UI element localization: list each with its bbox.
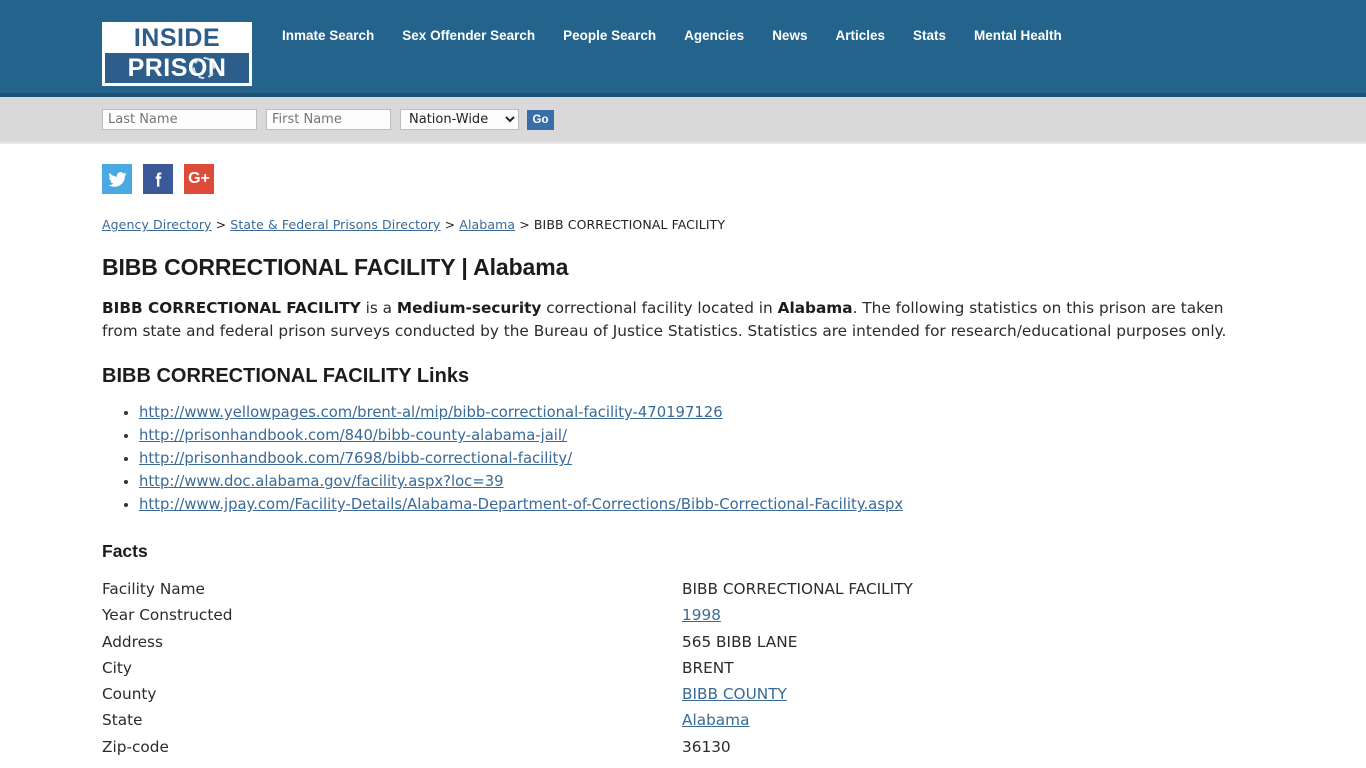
- facility-link-doc-alabama[interactable]: http://www.doc.alabama.gov/facility.aspx…: [139, 473, 504, 490]
- fact-link-year-constructed[interactable]: 1998: [682, 606, 721, 624]
- intro-paragraph: BIBB CORRECTIONAL FACILITY is a Medium-s…: [102, 297, 1252, 342]
- nav-item-stats[interactable]: Stats: [913, 28, 946, 43]
- breadcrumb: Agency Directory > State & Federal Priso…: [102, 217, 1326, 232]
- table-row: Address 565 BIBB LANE: [102, 629, 913, 655]
- fact-link-county[interactable]: BIBB COUNTY: [682, 685, 787, 703]
- links-section-heading: BIBB CORRECTIONAL FACILITY Links: [102, 365, 470, 387]
- fact-label-zip-code: Zip-code: [102, 737, 169, 756]
- table-row: Year Constructed 1998: [102, 602, 913, 628]
- list-item: http://prisonhandbook.com/840/bibb-count…: [139, 424, 1326, 447]
- fact-label-state: State: [102, 711, 143, 730]
- page-title: BIBB CORRECTIONAL FACILITY | Alabama: [102, 254, 569, 280]
- table-row: Zip-code 36130: [102, 734, 913, 760]
- breadcrumb-separator: >: [440, 217, 460, 232]
- fact-value-address: 565 BIBB LANE: [682, 632, 798, 651]
- facts-table: Facility Name BIBB CORRECTIONAL FACILITY…: [102, 576, 913, 760]
- nav-item-inmate-search[interactable]: Inmate Search: [282, 28, 374, 43]
- quick-search-bar: Nation-Wide Go: [0, 97, 1366, 144]
- main-navigation: Inmate Search Sex Offender Search People…: [282, 28, 1062, 43]
- nav-item-sex-offender-search[interactable]: Sex Offender Search: [402, 28, 535, 43]
- table-row: Facility Name BIBB CORRECTIONAL FACILITY: [102, 576, 913, 602]
- social-share-bar: G+: [102, 164, 1326, 194]
- breadcrumb-separator: >: [515, 217, 534, 232]
- nav-item-news[interactable]: News: [772, 28, 807, 43]
- fact-link-state[interactable]: Alabama: [682, 711, 749, 729]
- intro-text-b: correctional facility located in: [541, 299, 778, 317]
- logo-line-prison: PRISON: [105, 53, 249, 83]
- barbed-wire-ring-icon: [193, 57, 215, 79]
- table-row: State Alabama: [102, 707, 913, 733]
- list-item: http://prisonhandbook.com/7698/bibb-corr…: [139, 447, 1326, 470]
- breadcrumb-link-agency-directory[interactable]: Agency Directory: [102, 217, 212, 232]
- intro-facility-name: BIBB CORRECTIONAL FACILITY: [102, 299, 361, 317]
- fact-value-zip-code: 36130: [682, 737, 731, 756]
- fact-value-city: BRENT: [682, 658, 734, 677]
- fact-value-state: Alabama: [682, 707, 913, 733]
- fact-value-facility-name: BIBB CORRECTIONAL FACILITY: [682, 580, 913, 598]
- nav-item-articles[interactable]: Articles: [835, 28, 885, 43]
- breadcrumb-current-page: BIBB CORRECTIONAL FACILITY: [533, 217, 726, 232]
- twitter-share-button[interactable]: [102, 164, 132, 194]
- facebook-icon: [155, 171, 161, 187]
- list-item: http://www.doc.alabama.gov/facility.aspx…: [139, 470, 1326, 493]
- breadcrumb-separator: >: [211, 217, 231, 232]
- intro-state: Alabama: [777, 299, 853, 317]
- fact-value-year-constructed: 1998: [682, 602, 913, 628]
- page-content: G+ Agency Directory > State & Federal Pr…: [0, 164, 1366, 760]
- googleplus-share-button[interactable]: G+: [184, 164, 214, 194]
- facility-link-prisonhandbook-840[interactable]: http://prisonhandbook.com/840/bibb-count…: [139, 427, 567, 444]
- list-item: http://www.jpay.com/Facility-Details/Ala…: [139, 493, 1326, 516]
- last-name-input[interactable]: [102, 109, 257, 130]
- facility-link-yellowpages[interactable]: http://www.yellowpages.com/brent-al/mip/…: [139, 404, 723, 421]
- breadcrumb-link-alabama[interactable]: Alabama: [459, 217, 515, 232]
- table-row: County BIBB COUNTY: [102, 681, 913, 707]
- googleplus-icon: G+: [188, 170, 210, 187]
- intro-text-a: is a: [360, 299, 397, 317]
- search-scope-select[interactable]: Nation-Wide: [400, 109, 519, 130]
- breadcrumb-link-state-federal-prisons-directory[interactable]: State & Federal Prisons Directory: [230, 217, 440, 232]
- facility-links-list: http://www.yellowpages.com/brent-al/mip/…: [102, 401, 1326, 516]
- site-header: INSIDE PRISON Inmate Search Sex Offender…: [0, 0, 1366, 97]
- search-go-button[interactable]: Go: [527, 109, 554, 130]
- facts-section-heading: Facts: [102, 541, 148, 561]
- fact-label-year-constructed: Year Constructed: [102, 606, 233, 625]
- facebook-share-button[interactable]: [143, 164, 173, 194]
- logo-text-inside: INSIDE: [133, 24, 221, 52]
- fact-label-address: Address: [102, 632, 163, 651]
- fact-label-county: County: [102, 685, 157, 704]
- table-row: City BRENT: [102, 655, 913, 681]
- logo-line-inside: INSIDE: [105, 25, 249, 52]
- twitter-icon: [108, 171, 127, 187]
- fact-label-city: City: [102, 658, 132, 677]
- first-name-input[interactable]: [266, 109, 391, 130]
- nav-item-agencies[interactable]: Agencies: [684, 28, 744, 43]
- fact-value-county: BIBB COUNTY: [682, 681, 913, 707]
- nav-item-mental-health[interactable]: Mental Health: [974, 28, 1062, 43]
- facility-link-prisonhandbook-7698[interactable]: http://prisonhandbook.com/7698/bibb-corr…: [139, 450, 572, 467]
- list-item: http://www.yellowpages.com/brent-al/mip/…: [139, 401, 1326, 424]
- facility-link-jpay[interactable]: http://www.jpay.com/Facility-Details/Ala…: [139, 496, 903, 513]
- nav-item-people-search[interactable]: People Search: [563, 28, 656, 43]
- intro-security-level: Medium-security: [396, 299, 542, 317]
- fact-label-facility-name: Facility Name: [102, 580, 205, 598]
- site-logo[interactable]: INSIDE PRISON: [102, 22, 252, 86]
